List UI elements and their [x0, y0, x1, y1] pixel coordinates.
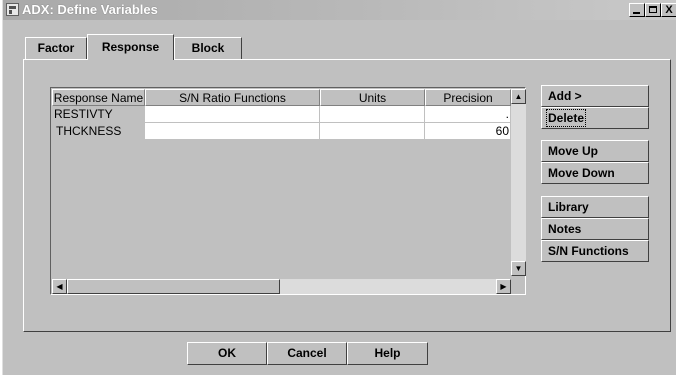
- cell-units[interactable]: [320, 123, 425, 140]
- cancel-button[interactable]: Cancel: [267, 342, 347, 365]
- cell-precision[interactable]: .: [425, 106, 511, 123]
- arrow-left-icon[interactable]: ◀: [52, 279, 67, 294]
- tab-response[interactable]: Response: [87, 34, 174, 60]
- library-button[interactable]: Library: [541, 196, 649, 218]
- move-down-button[interactable]: Move Down: [541, 162, 649, 184]
- horizontal-scroll-thumb[interactable]: [67, 279, 280, 294]
- notes-button-label: Notes: [548, 222, 582, 236]
- close-button[interactable]: X: [661, 3, 676, 17]
- cell-response-name[interactable]: THCKNESS: [52, 123, 145, 140]
- vertical-scrollbar[interactable]: ▲ ▼: [511, 89, 526, 276]
- move-up-button-label: Move Up: [548, 144, 599, 158]
- delete-button[interactable]: Delete: [541, 107, 649, 129]
- notes-button[interactable]: Notes: [541, 218, 649, 240]
- add-button-label: Add >: [548, 89, 582, 103]
- title-bar[interactable]: ADX: Define Variables X: [3, 0, 676, 20]
- cell-sn-ratio-functions[interactable]: [145, 106, 320, 123]
- move-up-button[interactable]: Move Up: [541, 140, 649, 162]
- library-button-label: Library: [548, 200, 589, 214]
- sn-functions-button[interactable]: S/N Functions: [541, 240, 649, 262]
- cell-sn-ratio-functions[interactable]: [145, 123, 320, 140]
- adx-app-icon[interactable]: [6, 3, 19, 16]
- maximize-button[interactable]: [645, 3, 661, 17]
- tab-block[interactable]: Block: [174, 37, 242, 59]
- column-header-precision[interactable]: Precision: [425, 89, 511, 106]
- window-title: ADX: Define Variables: [22, 2, 158, 17]
- delete-button-label: Delete: [545, 109, 587, 127]
- sn-functions-button-label: S/N Functions: [548, 244, 629, 258]
- tab-factor[interactable]: Factor: [25, 37, 87, 59]
- add-button[interactable]: Add >: [541, 85, 649, 107]
- close-icon: X: [665, 4, 673, 16]
- column-header-units[interactable]: Units: [320, 89, 425, 106]
- arrow-up-icon[interactable]: ▲: [511, 89, 526, 104]
- cell-response-name[interactable]: RESTIVTY: [52, 106, 145, 123]
- maximize-icon: [649, 6, 657, 13]
- move-down-button-label: Move Down: [548, 166, 615, 180]
- horizontal-scrollbar[interactable]: ◀ ▶: [52, 279, 511, 294]
- arrow-right-icon[interactable]: ▶: [496, 279, 511, 294]
- cell-units[interactable]: [320, 106, 425, 123]
- help-button[interactable]: Help: [347, 342, 428, 365]
- ok-button[interactable]: OK: [187, 342, 267, 365]
- response-grid[interactable]: Response Name S/N Ratio Functions Units …: [50, 87, 526, 295]
- column-header-response-name[interactable]: Response Name: [52, 89, 145, 106]
- minimize-icon: [633, 12, 640, 14]
- column-header-sn-ratio-functions[interactable]: S/N Ratio Functions: [145, 89, 320, 106]
- arrow-down-icon[interactable]: ▼: [511, 261, 526, 276]
- cell-precision[interactable]: 60: [425, 123, 511, 140]
- minimize-button[interactable]: [629, 3, 645, 17]
